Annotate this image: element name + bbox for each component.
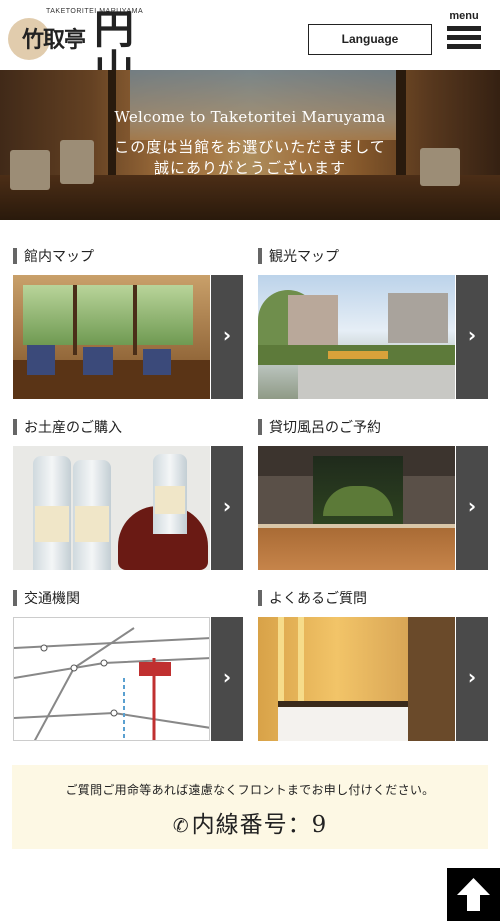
extension-number-text: 内線番号：9 [191,812,328,838]
hamburger-icon [447,26,481,31]
title-marker [258,419,262,435]
title-marker [258,248,262,264]
extension-number[interactable]: ✆内線番号：9 [12,805,488,839]
tile-arrow-button[interactable]: › [456,617,488,741]
lanterns [328,351,388,359]
chevron-right-icon: › [467,665,477,689]
tile-title: 観光マップ [269,249,339,265]
tile-arrow-button[interactable]: › [456,275,488,399]
bath-water [258,526,455,570]
title-marker [13,419,17,435]
tile-souvenir-purchase[interactable]: お土産のご購入 › [13,416,243,570]
menu-button[interactable]: menu [446,10,482,56]
chevron-right-icon: › [467,494,477,518]
tile-faq[interactable]: よくあるご質問 › [258,587,488,741]
phone-icon: ✆ [172,815,190,837]
hero-title: Welcome to Taketoritei Maruyama [114,108,386,126]
hero-message-line2: 誠にありがとうございます [153,159,346,177]
building [288,295,338,345]
language-button[interactable]: Language [308,24,432,55]
tile-header: よくあるご質問 [258,587,488,609]
chevron-right-icon: › [222,323,232,347]
chair [27,345,55,375]
tile-header: 観光マップ [258,245,488,267]
hero-banner: Welcome to Taketoritei Maruyama この度は当館をお… [0,70,500,220]
bottle-label [35,506,69,542]
river-walk [298,365,455,399]
building [388,293,448,343]
tile-title: 交通機関 [24,591,80,607]
tile-header: 交通機関 [13,587,243,609]
tile-header: お土産のご購入 [13,416,243,438]
tile-facility-map[interactable]: 館内マップ › [13,245,243,399]
title-marker [13,248,17,264]
menu-label: menu [449,10,479,22]
tile-title: 館内マップ [24,249,94,265]
window-frame [73,285,77,355]
route-map [14,627,209,740]
faq-image[interactable] [258,617,455,741]
bed-frame [278,701,408,707]
beds [278,705,408,741]
tile-header: 貸切風呂のご予約 [258,416,488,438]
tile-arrow-button[interactable]: › [211,275,243,399]
logo-text: 竹取亭 [22,27,86,53]
chair [83,347,113,375]
facility-map-image[interactable] [13,275,210,399]
tile-title: よくあるご質問 [269,591,367,607]
title-marker [258,590,262,606]
transportation-map-image[interactable] [13,617,210,741]
bottle-label [155,486,185,514]
tile-arrow-button[interactable]: › [211,446,243,570]
window-greenery [23,285,193,345]
hamburger-icon-bar [447,35,481,40]
page-top-button[interactable] [447,868,500,921]
tile-arrow-button[interactable]: › [211,617,243,741]
wall-shadow [408,617,455,741]
chevron-right-icon: › [222,494,232,518]
window-frame [133,285,137,355]
title-marker [13,590,17,606]
logo[interactable]: TAKETORITEI MARUYAMA 竹取亭 円山 [8,8,158,90]
contact-info-box: ご質問ご用命等あれば遠慮なくフロントまでお申し付けください。 ✆内線番号：9 [12,765,488,849]
tile-header: 館内マップ [13,245,243,267]
hamburger-icon-bar [447,44,481,49]
tile-title: 貸切風呂のご予約 [269,420,381,436]
sightseeing-map-image[interactable] [258,275,455,399]
souvenir-image[interactable] [13,446,210,570]
tile-arrow-button[interactable]: › [456,446,488,570]
chevron-right-icon: › [467,323,477,347]
header: TAKETORITEI MARUYAMA 竹取亭 円山 Language men… [0,0,500,90]
tile-private-bath-reservation[interactable]: 貸切風呂のご予約 › [258,416,488,570]
tile-transportation[interactable]: 交通機関 › [13,587,243,741]
private-bath-image[interactable] [258,446,455,570]
chair [143,349,171,375]
tile-title: お土産のご購入 [24,420,122,436]
contact-info-text: ご質問ご用命等あれば遠慮なくフロントまでお申し付けください。 [65,783,435,797]
bottle-label [75,506,109,542]
bath-edge [258,524,455,528]
hero-message-line1: この度は当館をお選びいただきまして [114,138,386,156]
tile-sightseeing-map[interactable]: 観光マップ › [258,245,488,399]
arrow-up-icon [457,878,490,911]
chevron-right-icon: › [222,665,232,689]
